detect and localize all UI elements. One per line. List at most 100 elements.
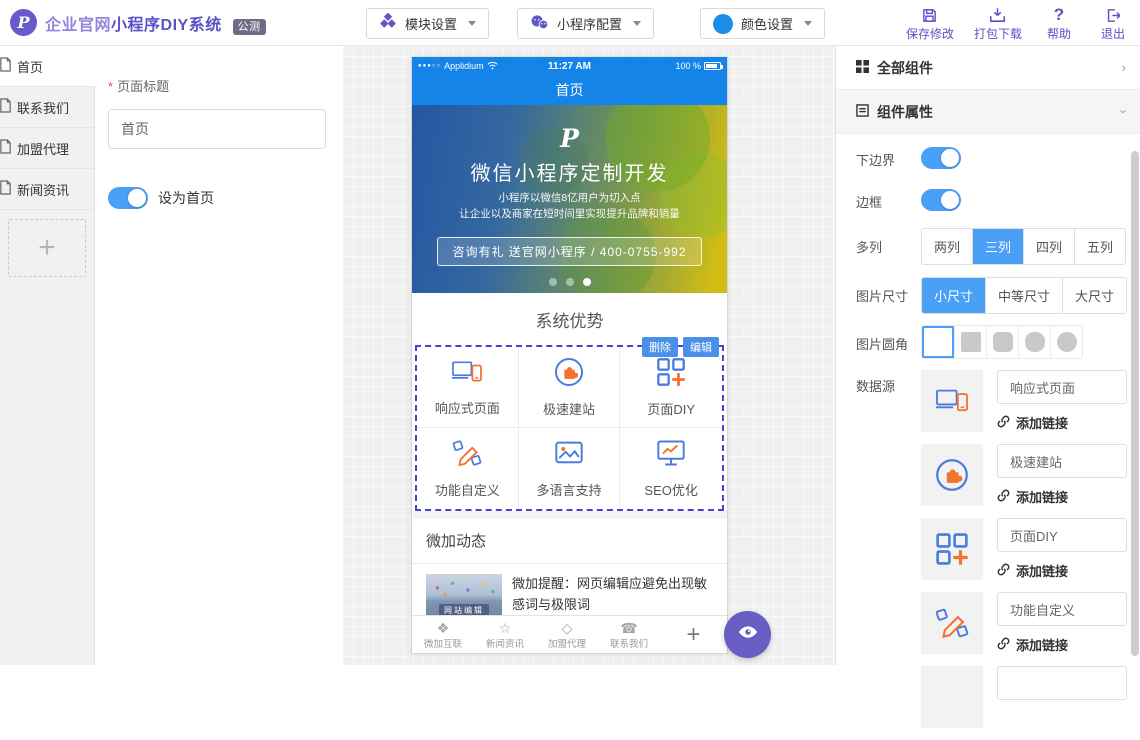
hero-subtitle: 小程序以微信8亿用户为切入点 让企业以及商家在短时间里实现提升品牌和销量: [412, 190, 727, 223]
set-as-home-toggle[interactable]: [108, 187, 148, 209]
img-size-medium[interactable]: 中等尺寸: [985, 278, 1062, 313]
add-link-label: 添加链接: [1016, 487, 1068, 506]
img-size-small-selected[interactable]: 小尺寸: [922, 278, 985, 313]
news-list-item[interactable]: 网站编辑 微加提醒：网页编辑应避免出现敏感词与极限词: [412, 564, 727, 620]
module-settings-button[interactable]: 模块设置: [366, 8, 489, 39]
tags-icon: ❖: [437, 620, 450, 636]
color-swatch-icon: [713, 14, 733, 34]
phone-status-bar: ●●●○○ Applidium 11:27 AM 100 %: [412, 57, 727, 75]
sidebar-item-home[interactable]: 首页: [0, 46, 95, 87]
carousel-dot[interactable]: [549, 278, 557, 286]
sidebar-item-agents[interactable]: 加盟代理: [0, 128, 94, 169]
page-title-input[interactable]: [108, 109, 326, 149]
add-link-label: 添加链接: [1016, 561, 1068, 580]
save-button[interactable]: 保存修改: [906, 6, 954, 42]
add-link-button[interactable]: 添加链接: [997, 635, 1127, 654]
sidebar-item-contact[interactable]: 联系我们: [0, 87, 94, 128]
add-link-button[interactable]: 添加链接: [997, 413, 1127, 432]
selected-component-outline[interactable]: 删除 编辑 响应式页面 极速建站 页面DIY 功能自定义: [415, 345, 724, 511]
diamond-icon: ◇: [562, 620, 573, 636]
datasource-title-input[interactable]: [997, 666, 1127, 700]
feature-seo[interactable]: SEO优化: [620, 428, 722, 509]
modules-cubes-icon: [379, 13, 397, 34]
document-icon: [0, 180, 12, 198]
signal-dots-icon: ●●●○○: [418, 63, 441, 69]
feature-label: SEO优化: [644, 480, 697, 499]
pencil-tags-icon: [452, 438, 482, 473]
add-link-button[interactable]: 添加链接: [997, 487, 1127, 506]
feature-page-diy[interactable]: 页面DIY: [620, 347, 722, 428]
download-label: 打包下载: [974, 25, 1022, 42]
header-actions: 保存修改 打包下载 ? 帮助 退出: [906, 6, 1130, 42]
prop-columns: 多列 两列 三列 四列 五列: [856, 228, 1140, 265]
datasource-icon-placeholder: [921, 666, 983, 728]
edit-component-button[interactable]: 编辑: [683, 337, 719, 357]
delete-component-button[interactable]: 删除: [642, 337, 678, 357]
color-settings-label: 颜色设置: [741, 14, 793, 33]
all-components-header[interactable]: 全部组件 ›: [836, 46, 1140, 90]
exit-button[interactable]: 退出: [1096, 6, 1130, 42]
props-body: 下边界 边框 多列 两列 三列 四列 五列 图片尺寸 小尺寸 中等尺寸 大尺寸: [836, 134, 1140, 740]
preview-button[interactable]: [724, 611, 771, 658]
hero-cta-button[interactable]: 咨询有礼 送官网小程序 / 400-0755-992: [437, 237, 701, 266]
responsive-page-icon: [451, 358, 483, 391]
datasource-title-input[interactable]: [997, 444, 1127, 478]
datasource-title-input[interactable]: [997, 518, 1127, 552]
sidebar-item-news[interactable]: 新闻资讯: [0, 169, 94, 210]
feature-grid: 响应式页面 极速建站 页面DIY 功能自定义 多语言支持: [417, 347, 722, 509]
radius-option-large[interactable]: [1018, 326, 1050, 358]
hero-brand-icon: P: [412, 125, 727, 153]
miniprogram-config-button[interactable]: 小程序配置: [517, 8, 654, 39]
columns-option-5[interactable]: 五列: [1074, 229, 1125, 264]
color-settings-button[interactable]: 颜色设置: [700, 8, 825, 39]
wechat-icon: [530, 13, 549, 35]
tab-contact[interactable]: ☎ 联系我们: [598, 620, 660, 650]
phone-preview: ●●●○○ Applidium 11:27 AM 100 % 首页 P 微信小程…: [412, 57, 727, 653]
add-page-button[interactable]: +: [8, 219, 86, 277]
columns-option-4[interactable]: 四列: [1023, 229, 1074, 264]
feature-custom[interactable]: 功能自定义: [417, 428, 519, 509]
battery-icon: [704, 62, 721, 70]
feature-fast-build[interactable]: 极速建站: [519, 347, 621, 428]
img-size-large[interactable]: 大尺寸: [1062, 278, 1126, 313]
radius-option-small[interactable]: [986, 326, 1018, 358]
carrier-label: Applidium: [444, 61, 484, 71]
prop-label: 图片尺寸: [856, 277, 921, 305]
page-item-label: 加盟代理: [17, 139, 69, 158]
add-tab-button[interactable]: +: [660, 621, 727, 649]
phone-icon: ☎: [620, 620, 637, 636]
datasource-title-input[interactable]: [997, 592, 1127, 626]
feature-multilang[interactable]: 多语言支持: [519, 428, 621, 509]
radius-option-square-selected[interactable]: [922, 326, 954, 358]
columns-option-2[interactable]: 两列: [922, 229, 972, 264]
bottom-border-toggle[interactable]: [921, 147, 961, 169]
carousel-dot[interactable]: [566, 278, 574, 286]
tab-news[interactable]: ☆ 新闻资讯: [474, 620, 536, 650]
tab-label: 加盟代理: [548, 636, 586, 650]
feature-responsive[interactable]: 响应式页面: [417, 347, 519, 428]
inspector-panel: 全部组件 › 组件属性 › 下边界 边框 多列 两列 三列 四列 五列 图片尺寸: [835, 46, 1140, 665]
radius-option-0[interactable]: [954, 326, 986, 358]
carousel-dots[interactable]: [412, 278, 727, 286]
add-link-button[interactable]: 添加链接: [997, 561, 1127, 580]
download-button[interactable]: 打包下载: [974, 6, 1022, 42]
feature-label: 页面DIY: [647, 399, 695, 418]
component-props-header[interactable]: 组件属性 ›: [836, 90, 1140, 134]
battery-percent: 100 %: [675, 61, 701, 71]
chevron-right-icon: ›: [1122, 60, 1126, 75]
tab-weijia[interactable]: ❖ 微加互联: [412, 620, 474, 650]
datasource-item: 添加链接: [921, 592, 1127, 654]
help-button[interactable]: ? 帮助: [1042, 6, 1076, 42]
hero-title: 微信小程序定制开发: [412, 157, 727, 186]
border-toggle[interactable]: [921, 189, 961, 211]
carousel-dot-active[interactable]: [583, 278, 591, 286]
hero-banner[interactable]: P 微信小程序定制开发 小程序以微信8亿用户为切入点 让企业以及商家在短时间里实…: [412, 105, 727, 293]
columns-option-3-selected[interactable]: 三列: [972, 229, 1023, 264]
tab-label: 微加互联: [424, 636, 462, 650]
tab-agents[interactable]: ◇ 加盟代理: [536, 620, 598, 650]
page-settings-panel: *页面标题 设为首页: [95, 46, 343, 665]
radius-option-circle[interactable]: [1050, 326, 1082, 358]
img-size-segmented-control: 小尺寸 中等尺寸 大尺寸: [921, 277, 1127, 314]
scrollbar-thumb[interactable]: [1131, 151, 1139, 656]
datasource-title-input[interactable]: [997, 370, 1127, 404]
